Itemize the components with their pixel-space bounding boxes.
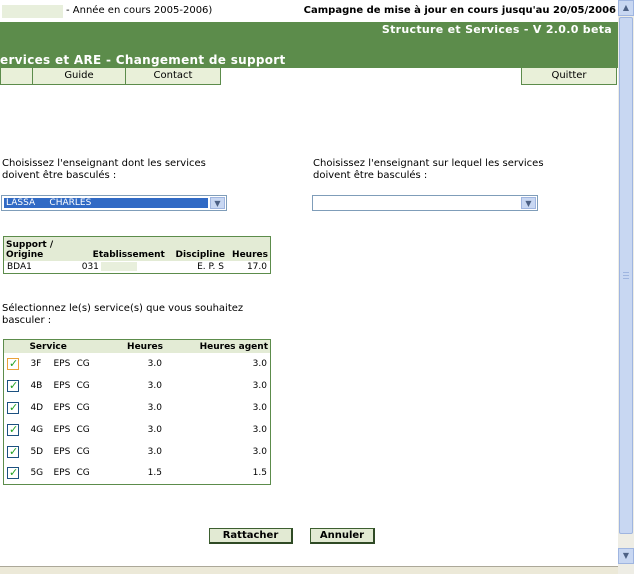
service-checkbox[interactable] bbox=[7, 357, 19, 370]
table-row: 5D EPS CG 3.0 3.0 bbox=[4, 441, 271, 463]
services-table: Service Heures Heures agent 3F EPS CG 3.0 3.… bbox=[3, 339, 271, 485]
page-title: ervices et ARE - Changement de support bbox=[0, 53, 286, 67]
table-row: 4B EPS CG 3.0 3.0 bbox=[4, 375, 271, 397]
discipline-header: Discipline bbox=[166, 236, 227, 261]
service-checkbox-cell bbox=[4, 397, 28, 419]
nav-item-quit[interactable]: Quitter bbox=[521, 68, 617, 85]
service-disc: EPS bbox=[53, 358, 71, 369]
chevron-down-icon[interactable]: ▼ bbox=[521, 197, 536, 209]
top-info-bar: - Année en cours 2005-2006) Campagne de … bbox=[0, 0, 618, 22]
scroll-up-icon[interactable]: ▲ bbox=[618, 0, 634, 16]
services-heures-header: Heures bbox=[109, 339, 165, 353]
service-disc: EPS bbox=[53, 424, 71, 435]
service-disc: EPS bbox=[53, 468, 71, 479]
target-teacher-select[interactable]: ▼ bbox=[312, 195, 538, 211]
service-cell: 4B EPS CG bbox=[27, 375, 109, 397]
service-checkbox-cell bbox=[4, 419, 28, 441]
scrollbar-thumb[interactable] bbox=[619, 17, 633, 534]
table-row: 5G EPS CG 1.5 1.5 bbox=[4, 463, 271, 485]
service-checkbox[interactable] bbox=[7, 423, 19, 436]
heures-agent-header: Heures agent bbox=[164, 339, 271, 353]
app-header: Structure et Services - V 2.0.0 beta erv… bbox=[0, 22, 618, 68]
table-row: 3F EPS CG 3.0 3.0 bbox=[4, 353, 271, 375]
service-checkbox-cell bbox=[4, 353, 28, 375]
service-heures-agent-cell: 1.5 bbox=[252, 468, 267, 479]
service-checkbox[interactable] bbox=[7, 379, 19, 392]
chevron-down-icon[interactable]: ▼ bbox=[210, 197, 225, 209]
service-checkbox[interactable] bbox=[7, 445, 19, 458]
service-code: 4G bbox=[30, 424, 44, 435]
service-type: CG bbox=[76, 446, 90, 457]
heures-cell: 17.0 bbox=[246, 261, 267, 272]
service-checkbox-cell bbox=[4, 375, 28, 397]
app-name: Structure et Services - V 2.0.0 beta bbox=[381, 23, 612, 36]
service-type: CG bbox=[76, 424, 90, 435]
service-cell: 5D EPS CG bbox=[27, 441, 109, 463]
service-heures-agent-cell: 3.0 bbox=[252, 424, 267, 435]
source-teacher-select[interactable]: LASSA CHARLES ▼ bbox=[1, 195, 227, 211]
vertical-scrollbar[interactable]: ▲ ▼ bbox=[618, 0, 634, 574]
etablissement-header: Etablissement bbox=[78, 236, 167, 261]
campaign-deadline-text: Campagne de mise à jour en cours jusqu'a… bbox=[303, 5, 616, 16]
service-heures-agent-cell: 3.0 bbox=[252, 380, 267, 391]
service-heures-cell: 3.0 bbox=[147, 358, 162, 369]
school-year-text: - Année en cours 2005-2006) bbox=[66, 5, 213, 16]
table-row: BDA1 031 E. P. S 17.0 bbox=[4, 261, 271, 274]
status-bar bbox=[0, 566, 618, 574]
support-header: Support / Origine bbox=[3, 236, 79, 261]
support-cell: BDA1 bbox=[7, 261, 32, 272]
service-heures-cell: 3.0 bbox=[147, 446, 162, 457]
nav-item-guide[interactable]: Guide bbox=[32, 68, 126, 85]
source-teacher-label: Choisissez l'enseignant dont les service… bbox=[2, 158, 206, 181]
etablissement-cell: 031 bbox=[79, 261, 167, 274]
service-type: CG bbox=[76, 468, 90, 479]
attach-button[interactable]: Rattacher bbox=[209, 528, 293, 544]
nav-item-previous[interactable] bbox=[0, 68, 33, 85]
service-cell: 4G EPS CG bbox=[27, 419, 109, 441]
service-disc: EPS bbox=[53, 380, 71, 391]
service-checkbox[interactable] bbox=[7, 401, 19, 414]
service-code: 5G bbox=[30, 468, 44, 479]
scroll-down-icon[interactable]: ▼ bbox=[618, 548, 634, 564]
top-nav: Guide Contact Quitter bbox=[0, 68, 618, 85]
service-heures-cell: 3.0 bbox=[147, 380, 162, 391]
service-cell: 4D EPS CG bbox=[27, 397, 109, 419]
cancel-button[interactable]: Annuler bbox=[310, 528, 375, 544]
source-teacher-value: LASSA CHARLES bbox=[4, 198, 208, 208]
service-checkbox-cell bbox=[4, 441, 28, 463]
target-teacher-value bbox=[315, 198, 519, 208]
service-header: Service bbox=[27, 339, 110, 353]
service-heures-cell: 3.0 bbox=[147, 424, 162, 435]
service-code: 3F bbox=[30, 358, 42, 369]
target-teacher-label: Choisissez l'enseignant sur lequel les s… bbox=[313, 158, 544, 181]
service-heures-agent-cell: 3.0 bbox=[252, 446, 267, 457]
service-heures-cell: 3.0 bbox=[147, 402, 162, 413]
service-checkbox-cell bbox=[4, 463, 28, 485]
service-code: 4D bbox=[30, 402, 44, 413]
heures-header: Heures bbox=[227, 236, 271, 261]
support-table: Support / Origine Etablissement Discipli… bbox=[3, 236, 271, 274]
user-info-placeholder bbox=[2, 5, 63, 18]
service-code: 5D bbox=[30, 446, 44, 457]
service-cell: 5G EPS CG bbox=[27, 463, 109, 485]
services-label: Sélectionnez le(s) service(s) que vous s… bbox=[2, 303, 244, 326]
nav-item-contact[interactable]: Contact bbox=[125, 68, 221, 85]
service-checkbox[interactable] bbox=[7, 466, 19, 480]
service-heures-cell: 1.5 bbox=[147, 468, 162, 479]
table-row: 4G EPS CG 3.0 3.0 bbox=[4, 419, 271, 441]
service-heures-agent-cell: 3.0 bbox=[252, 402, 267, 413]
service-type: CG bbox=[76, 358, 90, 369]
service-cell: 3F EPS CG bbox=[27, 353, 109, 375]
service-disc: EPS bbox=[53, 402, 71, 413]
service-type: CG bbox=[76, 380, 90, 391]
discipline-cell: E. P. S bbox=[197, 261, 224, 272]
table-row: 4D EPS CG 3.0 3.0 bbox=[4, 397, 271, 419]
service-code: 4B bbox=[30, 380, 43, 391]
service-disc: EPS bbox=[53, 446, 71, 457]
service-type: CG bbox=[76, 402, 90, 413]
service-heures-agent-cell: 3.0 bbox=[252, 358, 267, 369]
